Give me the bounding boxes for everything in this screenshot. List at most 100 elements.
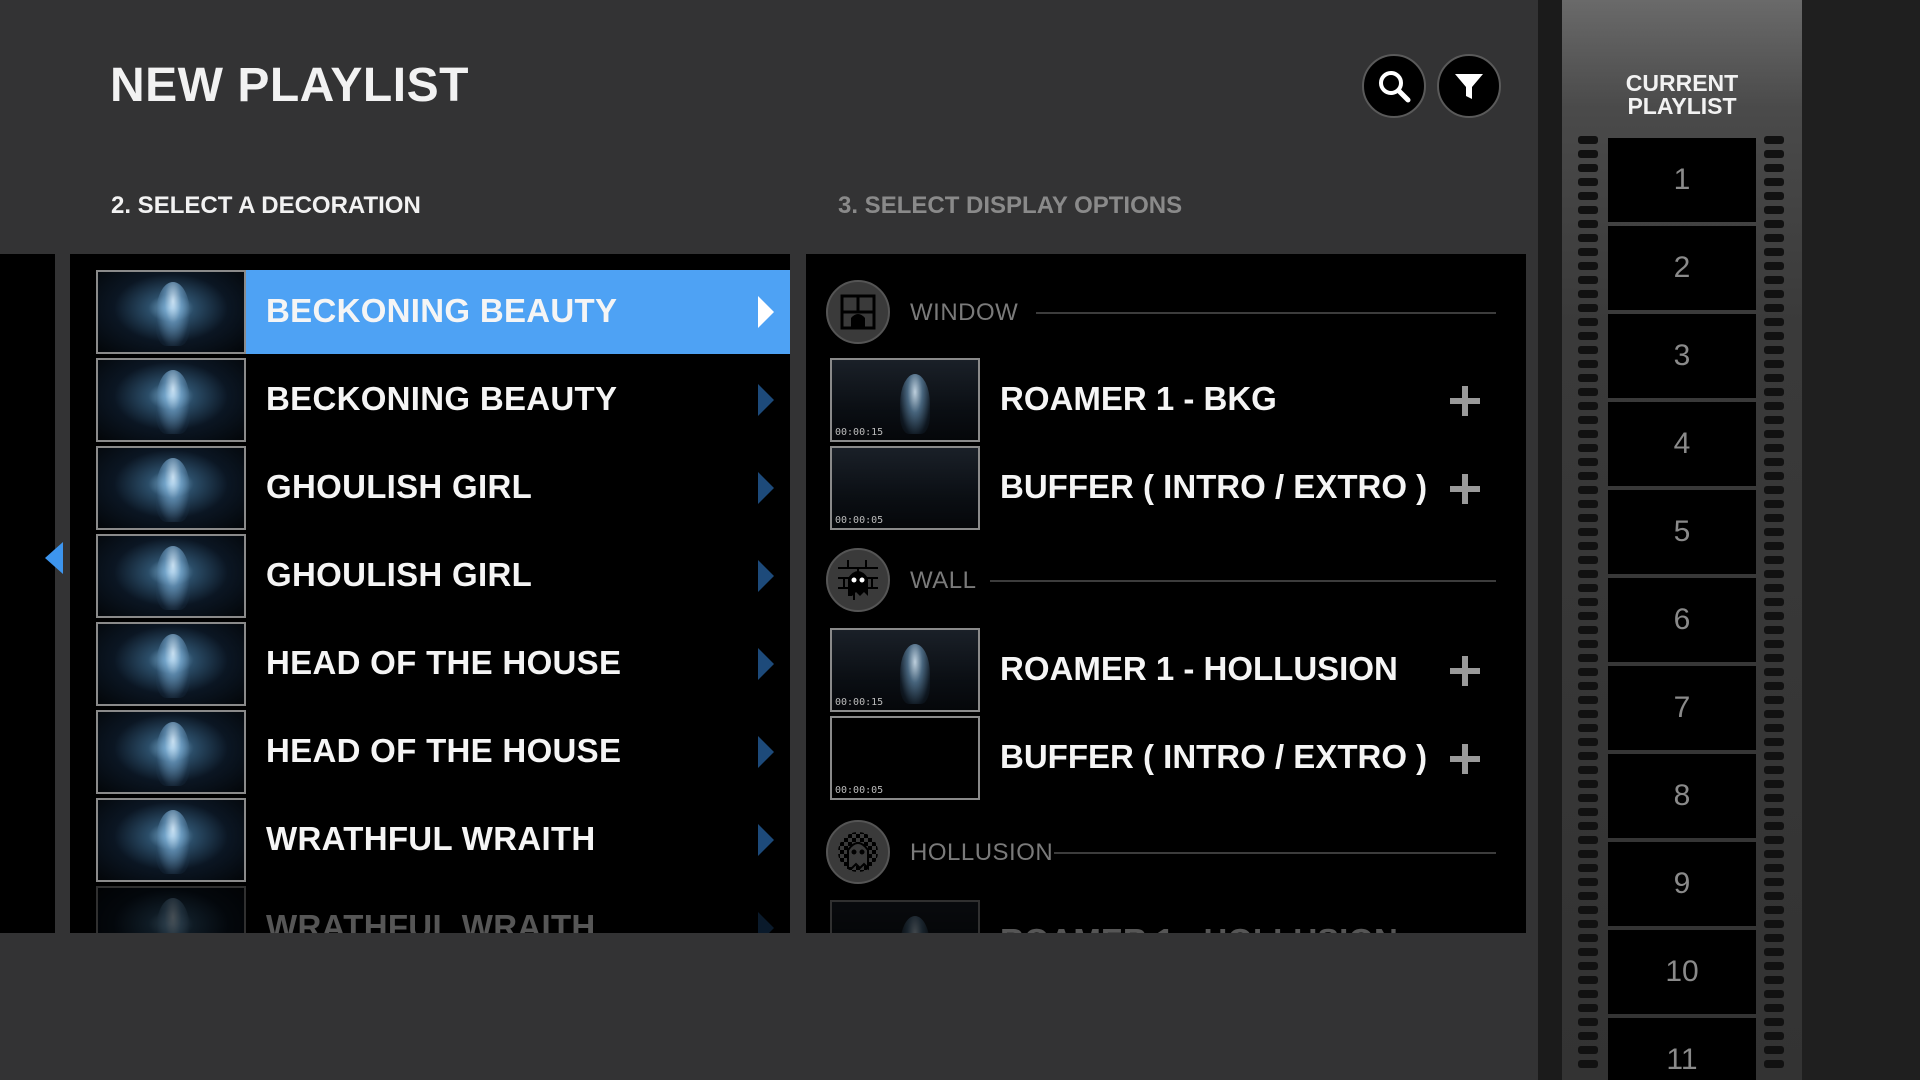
timecode: 00:00:05 bbox=[835, 785, 884, 796]
sprocket-hole bbox=[1764, 668, 1784, 676]
decoration-label: WRATHFUL WRAITH bbox=[266, 820, 596, 857]
sprocket-hole bbox=[1578, 360, 1598, 368]
sprocket-hole bbox=[1578, 752, 1598, 760]
sprocket-hole bbox=[1764, 556, 1784, 564]
decoration-item[interactable]: HEAD OF THE HOUSE bbox=[96, 710, 790, 794]
sprocket-hole bbox=[1578, 416, 1598, 424]
decoration-item[interactable]: BECKONING BEAUTY bbox=[96, 270, 790, 354]
sprocket-hole bbox=[1764, 472, 1784, 480]
display-option-item[interactable]: 00:00:15 ROAMER 1 - BKG bbox=[830, 358, 1510, 442]
decoration-item[interactable]: GHOULISH GIRL bbox=[96, 446, 790, 530]
back-arrow-icon[interactable] bbox=[45, 542, 63, 574]
add-icon[interactable] bbox=[1450, 386, 1480, 416]
option-thumbnail: 00:00:05 bbox=[830, 716, 980, 800]
chevron-right-icon bbox=[758, 912, 774, 933]
chevron-right-icon bbox=[758, 560, 774, 592]
sprocket-hole bbox=[1764, 514, 1784, 522]
sprocket-hole bbox=[1764, 234, 1784, 242]
section-window: WINDOW bbox=[826, 280, 1506, 344]
playlist-slot[interactable]: 11 bbox=[1608, 1018, 1756, 1080]
section-divider bbox=[990, 580, 1496, 582]
sprocket-hole bbox=[1764, 752, 1784, 760]
sprocket-hole bbox=[1578, 304, 1598, 312]
sprocket-hole bbox=[1578, 150, 1598, 158]
sprocket-hole bbox=[1764, 374, 1784, 382]
playlist-slot[interactable]: 1 bbox=[1608, 138, 1756, 222]
chevron-right-icon bbox=[758, 736, 774, 768]
step-select-decoration[interactable]: 2. SELECT A DECORATION bbox=[111, 192, 421, 220]
decoration-item[interactable]: HEAD OF THE HOUSE bbox=[96, 622, 790, 706]
sprocket-hole bbox=[1764, 318, 1784, 326]
playlist-slot[interactable]: 3 bbox=[1608, 314, 1756, 398]
decoration-item[interactable]: GHOULISH GIRL bbox=[96, 534, 790, 618]
sprocket-hole bbox=[1578, 654, 1598, 662]
playlist-slot[interactable]: 9 bbox=[1608, 842, 1756, 926]
filter-button[interactable] bbox=[1437, 54, 1501, 118]
search-button[interactable] bbox=[1362, 54, 1426, 118]
sprocket-hole bbox=[1764, 682, 1784, 690]
sprocket-hole bbox=[1764, 808, 1784, 816]
sprocket-hole bbox=[1578, 486, 1598, 494]
display-option-item[interactable]: ROAMER 1 - HOLLUSION bbox=[830, 900, 1510, 933]
sprocket-hole bbox=[1764, 640, 1784, 648]
decoration-label: HEAD OF THE HOUSE bbox=[266, 732, 622, 769]
sprocket-hole bbox=[1764, 416, 1784, 424]
sprocket-hole bbox=[1578, 318, 1598, 326]
option-label: BUFFER ( INTRO / EXTRO ) bbox=[1000, 468, 1428, 505]
add-icon[interactable] bbox=[1450, 744, 1480, 774]
sprocket-hole bbox=[1578, 850, 1598, 858]
chevron-right-icon bbox=[758, 472, 774, 504]
decoration-thumbnail bbox=[96, 270, 246, 354]
sprocket-hole bbox=[1578, 192, 1598, 200]
window-icon bbox=[826, 280, 890, 344]
sprocket-hole bbox=[1764, 248, 1784, 256]
chevron-right-icon bbox=[758, 648, 774, 680]
sprocket-hole bbox=[1764, 220, 1784, 228]
step-select-display-options[interactable]: 3. SELECT DISPLAY OPTIONS bbox=[838, 192, 1182, 220]
playlist-slot[interactable]: 7 bbox=[1608, 666, 1756, 750]
display-option-item[interactable]: 00:00:05 BUFFER ( INTRO / EXTRO ) bbox=[830, 446, 1510, 530]
sprocket-hole bbox=[1578, 710, 1598, 718]
sprocket-hole bbox=[1578, 598, 1598, 606]
panel-divider bbox=[1538, 0, 1562, 1080]
sprocket-hole bbox=[1578, 472, 1598, 480]
decoration-item[interactable]: BECKONING BEAUTY bbox=[96, 358, 790, 442]
chevron-right-icon bbox=[758, 384, 774, 416]
sprocket-hole bbox=[1764, 598, 1784, 606]
timecode: 00:00:15 bbox=[835, 697, 884, 708]
decoration-label: BECKONING BEAUTY bbox=[266, 292, 618, 329]
playlist-slot[interactable]: 2 bbox=[1608, 226, 1756, 310]
sprocket-hole bbox=[1578, 920, 1598, 928]
decoration-label: GHOULISH GIRL bbox=[266, 556, 533, 593]
sprocket-hole bbox=[1578, 136, 1598, 144]
section-wall: WALL bbox=[826, 548, 1506, 612]
playlist-slot[interactable]: 8 bbox=[1608, 754, 1756, 838]
sprocket-hole bbox=[1578, 206, 1598, 214]
sprocket-hole bbox=[1578, 822, 1598, 830]
decoration-item[interactable]: WRATHFUL WRAITH bbox=[96, 798, 790, 882]
sprocket-hole bbox=[1764, 528, 1784, 536]
playlist-slot[interactable]: 6 bbox=[1608, 578, 1756, 662]
playlist-slot[interactable]: 10 bbox=[1608, 930, 1756, 1014]
playlist-slot[interactable]: 4 bbox=[1608, 402, 1756, 486]
decoration-thumbnail bbox=[96, 534, 246, 618]
sprocket-hole bbox=[1578, 374, 1598, 382]
decoration-item[interactable]: WRATHFUL WRAITH bbox=[96, 886, 790, 933]
display-option-item[interactable]: 00:00:05 BUFFER ( INTRO / EXTRO ) bbox=[830, 716, 1510, 800]
sprocket-hole bbox=[1578, 1004, 1598, 1012]
add-icon[interactable] bbox=[1450, 656, 1480, 686]
section-divider bbox=[1036, 312, 1496, 314]
timecode: 00:00:05 bbox=[835, 515, 884, 526]
sprocket-hole bbox=[1764, 402, 1784, 410]
add-icon[interactable] bbox=[1450, 474, 1480, 504]
sprocket-hole bbox=[1764, 836, 1784, 844]
chevron-right-icon bbox=[758, 824, 774, 856]
option-label: ROAMER 1 - HOLLUSION bbox=[1000, 650, 1398, 687]
sprocket-hole bbox=[1578, 724, 1598, 732]
display-option-item[interactable]: 00:00:15 ROAMER 1 - HOLLUSION bbox=[830, 628, 1510, 712]
decoration-list: BECKONING BEAUTY BECKONING BEAUTY GHOULI… bbox=[70, 254, 790, 933]
main-area: NEW PLAYLIST 2. SELECT A DECORATION 3. S… bbox=[0, 0, 1540, 1080]
sprocket-hole bbox=[1578, 164, 1598, 172]
playlist-slot[interactable]: 5 bbox=[1608, 490, 1756, 574]
sprocket-hole bbox=[1578, 402, 1598, 410]
